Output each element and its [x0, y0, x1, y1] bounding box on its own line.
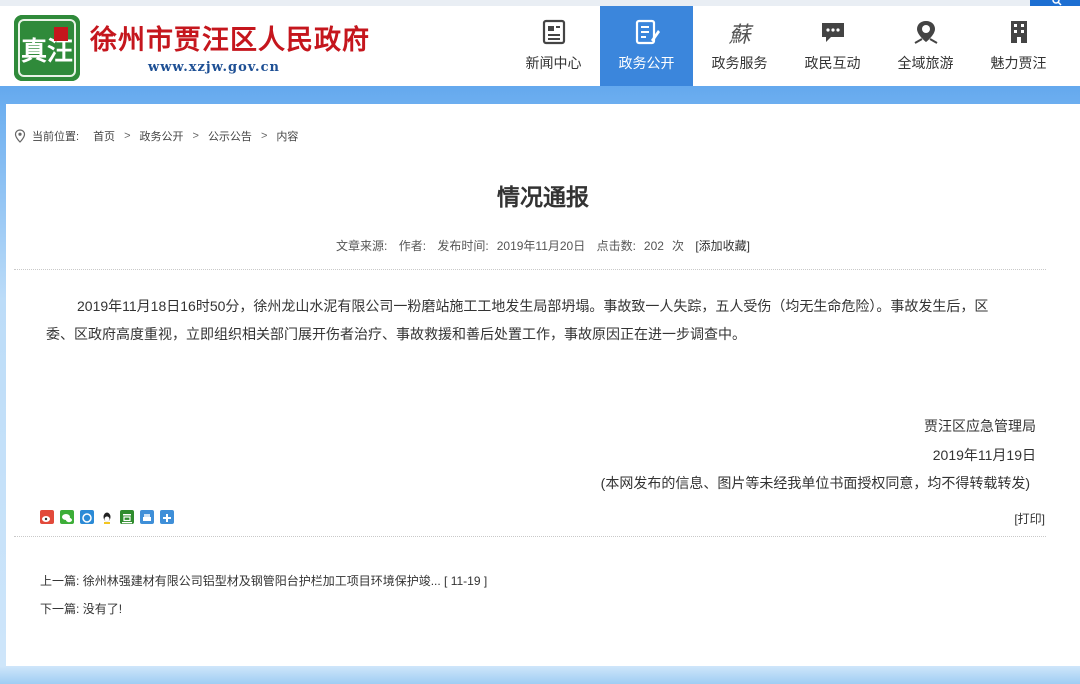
logo-emblem: 真汪	[14, 15, 80, 81]
nav-item-interaction[interactable]: 政民互动	[786, 6, 879, 86]
breadcrumb-separator: >	[192, 130, 199, 142]
nav-label: 新闻中心	[525, 55, 582, 71]
article-title: 情况通报	[497, 184, 589, 210]
copyright-notice: (本网发布的信息、图片等未经我单位书面授权同意，均不得转载转发)	[600, 475, 1030, 491]
site-header: 真汪 徐州市贾汪区人民政府 www.xzjw.gov.cn 新闻中心 政务公开 …	[0, 6, 1080, 86]
breadcrumb-announcements[interactable]: 公示公告	[208, 128, 252, 144]
signature-date: 2019年11月19日	[932, 447, 1036, 463]
breadcrumb-home[interactable]: 首页	[93, 128, 115, 144]
print-link[interactable]: [打印]	[1014, 510, 1045, 527]
meta-source-label: 文章来源:	[336, 239, 388, 253]
meta-published-date: 2019年11月20日	[496, 239, 586, 253]
douban-icon[interactable]	[120, 510, 134, 524]
nav-label: 政务公开	[618, 55, 675, 71]
add-favorite-link[interactable]: [添加收藏]	[695, 239, 750, 253]
nav-item-news[interactable]: 新闻中心	[507, 6, 600, 86]
wechat-icon[interactable]	[60, 510, 74, 524]
building-icon	[1010, 21, 1027, 43]
prev-label: 上一篇:	[40, 574, 80, 588]
breadcrumb-current: 内容	[276, 131, 299, 143]
article-body: 2019年11月18日16时50分，徐州龙山水泥有限公司一粉磨站施工工地发生局部…	[46, 298, 989, 342]
print-share-icon[interactable]	[140, 510, 154, 524]
meta-published-label: 发布时间:	[437, 239, 489, 253]
nav-label: 政民互动	[804, 55, 861, 71]
document-edit-icon	[635, 19, 660, 45]
nav-label: 政务服务	[711, 55, 768, 71]
next-article: 下一篇: 没有了!	[40, 600, 122, 617]
site-logo[interactable]: 真汪	[14, 15, 80, 81]
article-meta: 文章来源: 作者: 发布时间: 2019年11月20日 点击数: 202 次 [添加收…	[6, 237, 1080, 254]
signature-org: 贾汪区应急管理局	[924, 418, 1036, 434]
location-pin-icon	[14, 129, 26, 143]
share-bar	[40, 510, 180, 524]
newspaper-icon	[542, 19, 565, 45]
meta-clicks-unit: 次	[671, 239, 684, 253]
nav-item-tourism[interactable]: 全域旅游	[879, 6, 972, 86]
breadcrumb-separator: >	[124, 130, 131, 142]
nav-label: 全域旅游	[897, 55, 954, 71]
more-share-icon[interactable]	[160, 510, 174, 524]
qq-icon[interactable]	[100, 510, 114, 524]
meta-clicks-value: 202	[643, 239, 664, 253]
qzone-icon[interactable]	[80, 510, 94, 524]
chat-bubble-icon	[821, 23, 844, 42]
weibo-icon[interactable]	[40, 510, 54, 524]
nav-item-charm-jiawang[interactable]: 魅力贾汪	[972, 6, 1065, 86]
divider	[14, 269, 1046, 270]
next-article-text: 没有了!	[82, 602, 123, 616]
nav-item-government-affairs[interactable]: 政务公开	[600, 6, 693, 86]
map-pin-icon	[914, 21, 937, 44]
prev-article-link[interactable]: 徐州林强建材有限公司铝型材及钢管阳台护栏加工项目环境保护竣...	[83, 574, 441, 588]
breadcrumb: 当前位置: 首页 > 政务公开 > 公示公告 > 内容	[14, 128, 298, 144]
main-nav: 新闻中心 政务公开 蘇 政务服务 政民互动 全域旅游 魅力贾汪	[507, 6, 1065, 86]
content-panel: 当前位置: 首页 > 政务公开 > 公示公告 > 内容 情况通报 文章来源: 作…	[6, 104, 1080, 666]
breadcrumb-prefix: 当前位置:	[32, 131, 80, 143]
page-footer-band	[0, 666, 1080, 684]
breadcrumb-government-affairs[interactable]: 政务公开	[140, 128, 184, 144]
divider	[14, 536, 1046, 537]
logo-glyphs: 真汪	[21, 37, 73, 67]
breadcrumb-separator: >	[260, 130, 268, 142]
meta-clicks-label: 点击数:	[596, 239, 636, 253]
meta-author-label: 作者:	[398, 239, 427, 253]
nav-item-government-services[interactable]: 蘇 政务服务	[693, 6, 786, 86]
prev-article-date: [ 11-19 ]	[444, 574, 488, 588]
next-label: 下一篇:	[40, 602, 80, 616]
prev-article: 上一篇: 徐州林强建材有限公司铝型材及钢管阳台护栏加工项目环境保护竣... [ …	[40, 572, 487, 589]
site-url[interactable]: www.xzjw.gov.cn	[148, 60, 280, 75]
nav-label: 魅力贾汪	[990, 55, 1047, 71]
calligraphy-su-icon: 蘇	[728, 23, 751, 48]
site-title[interactable]: 徐州市贾汪区人民政府	[90, 18, 370, 57]
